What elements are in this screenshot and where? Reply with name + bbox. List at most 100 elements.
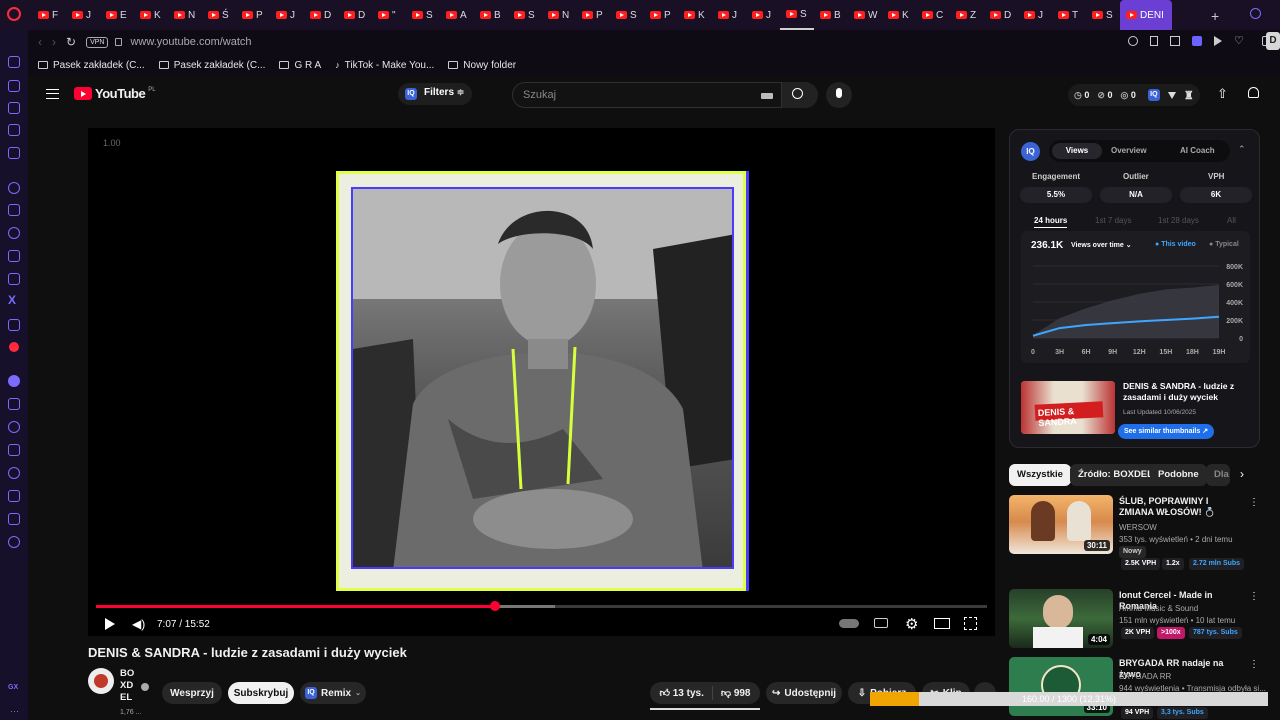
browser-tab[interactable]: J bbox=[712, 0, 746, 30]
seek-bar[interactable] bbox=[96, 601, 987, 611]
search-input[interactable]: Szukaj bbox=[512, 82, 782, 108]
vidiq-filters-button[interactable]: IQ Filters ≑ bbox=[398, 83, 473, 105]
theater-mode-icon[interactable] bbox=[934, 618, 950, 629]
subtitles-icon[interactable] bbox=[874, 618, 888, 628]
browser-tab[interactable]: W bbox=[848, 0, 882, 30]
spotify-icon[interactable] bbox=[8, 375, 20, 387]
bookmark-folder[interactable]: G R A bbox=[279, 60, 321, 71]
aria-icon[interactable] bbox=[8, 182, 20, 194]
browser-tab[interactable]: P bbox=[236, 0, 270, 30]
tab-ai-coach[interactable]: AI Coach bbox=[1180, 146, 1215, 155]
browser-tab[interactable]: E bbox=[100, 0, 134, 30]
bookmark-folder[interactable]: Pasek zakładek (C... bbox=[38, 60, 145, 71]
browser-tab[interactable]: T bbox=[1052, 0, 1086, 30]
gx-corner-label[interactable]: GX bbox=[8, 684, 18, 691]
history-icon[interactable] bbox=[8, 467, 20, 479]
views-dropdown[interactable]: Views over time ⌄ bbox=[1071, 241, 1132, 249]
browser-tab[interactable]: K bbox=[882, 0, 916, 30]
support-button[interactable]: Wesprzyj bbox=[162, 682, 222, 704]
chip-all[interactable]: Wszystkie bbox=[1009, 464, 1071, 486]
settings-icon[interactable]: ⚙ bbox=[905, 615, 918, 633]
x-twitter-icon[interactable]: X bbox=[8, 293, 16, 307]
chips-next-chevron-icon[interactable]: › bbox=[1240, 467, 1244, 481]
speed-dial-icon[interactable] bbox=[8, 80, 20, 92]
search-button[interactable] bbox=[782, 82, 818, 108]
vidiq-logo-icon[interactable]: IQ bbox=[1021, 142, 1040, 161]
twitch-icon[interactable] bbox=[8, 204, 20, 216]
back-icon[interactable]: ‹ bbox=[38, 35, 42, 49]
history-list-icon[interactable] bbox=[8, 444, 20, 456]
browser-tab[interactable]: " bbox=[372, 0, 406, 30]
chip-source[interactable]: Źródło: BOXDEL bbox=[1070, 464, 1161, 486]
dropdown-triangle-icon[interactable] bbox=[1167, 91, 1176, 99]
music-icon[interactable] bbox=[9, 342, 19, 352]
more-options-icon[interactable]: ⋮ bbox=[1249, 659, 1259, 670]
suggestion-title[interactable]: ŚLUB, POPRAWINY I ZMIANA WŁOSÓW! 💍 bbox=[1119, 496, 1245, 518]
suggestion-channel[interactable]: WERSOW bbox=[1119, 523, 1157, 532]
share-button[interactable]: ↪ Udostępnij bbox=[766, 682, 842, 704]
browser-tab[interactable]: N bbox=[168, 0, 202, 30]
settings-gear-icon[interactable] bbox=[8, 536, 20, 548]
browser-tab[interactable]: K bbox=[134, 0, 168, 30]
bookmark-folder[interactable]: Pasek zakładek (C... bbox=[158, 60, 265, 71]
see-similar-thumbnails-button[interactable]: See similar thumbnails ↗ bbox=[1118, 424, 1215, 439]
range-all[interactable]: All bbox=[1227, 216, 1236, 225]
vpn-badge[interactable]: VPN bbox=[86, 36, 109, 48]
like-button[interactable]: 👍︎ 13 tys. bbox=[660, 687, 704, 699]
browser-tab[interactable]: D bbox=[304, 0, 338, 30]
instagram-icon[interactable] bbox=[8, 273, 20, 285]
menu-icon[interactable] bbox=[46, 89, 59, 99]
chip-for-you[interactable]: Dla bbox=[1206, 464, 1230, 486]
url-field[interactable]: www.youtube.com/watch bbox=[130, 36, 251, 48]
active-browser-tab[interactable]: DENI bbox=[1120, 0, 1172, 30]
opera-logo-icon[interactable] bbox=[7, 7, 21, 21]
browser-tab[interactable]: J bbox=[66, 0, 100, 30]
browser-tab[interactable]: S bbox=[610, 0, 644, 30]
dislike-button[interactable]: 👎︎ 998 bbox=[721, 687, 751, 699]
browser-tab[interactable]: A bbox=[440, 0, 474, 30]
profile-avatar[interactable]: D bbox=[1266, 32, 1280, 50]
bookmark-tiktok[interactable]: ♪ TikTok - Make You... bbox=[335, 60, 434, 71]
browser-tab[interactable]: D bbox=[984, 0, 1018, 30]
downloads-icon[interactable] bbox=[8, 490, 20, 502]
browser-tab[interactable]: N bbox=[542, 0, 576, 30]
reload-icon[interactable]: ↻ bbox=[66, 35, 76, 49]
browser-tab[interactable]: K bbox=[678, 0, 712, 30]
browser-tab[interactable]: D bbox=[338, 0, 372, 30]
pin-icon[interactable] bbox=[1150, 36, 1158, 46]
browser-tab[interactable]: S bbox=[780, 0, 814, 30]
range-28d[interactable]: 1st 28 days bbox=[1158, 216, 1199, 225]
suggestion-thumbnail[interactable]: 4:04 bbox=[1009, 589, 1113, 648]
range-7d[interactable]: 1st 7 days bbox=[1095, 216, 1131, 225]
collapse-chevron-icon[interactable]: ⌃ bbox=[1238, 144, 1246, 155]
heart-icon[interactable]: ♡ bbox=[1234, 36, 1244, 47]
player-icon[interactable] bbox=[8, 398, 20, 410]
browser-tab[interactable]: B bbox=[814, 0, 848, 30]
notifications-bell-icon[interactable] bbox=[1248, 87, 1259, 98]
tab-views[interactable]: Views bbox=[1052, 143, 1102, 159]
browser-tab[interactable]: Z bbox=[950, 0, 984, 30]
timer-counter[interactable]: ◷ 0 bbox=[1074, 90, 1089, 101]
forward-icon[interactable]: › bbox=[52, 35, 56, 49]
new-tab-icon[interactable]: + bbox=[1211, 8, 1219, 24]
play-icon[interactable] bbox=[105, 618, 115, 630]
browser-tab[interactable]: J bbox=[270, 0, 304, 30]
extensions-icon[interactable] bbox=[8, 513, 20, 525]
volume-icon[interactable]: ◀) bbox=[132, 617, 145, 631]
browser-tab[interactable]: C bbox=[916, 0, 950, 30]
zoom-icon[interactable] bbox=[1128, 36, 1138, 46]
tab-overview[interactable]: Overview bbox=[1111, 146, 1147, 155]
vidiq-thumbnail[interactable]: DENIS & SANDRA bbox=[1021, 381, 1115, 434]
vidiq-logo-icon[interactable]: IQ bbox=[1147, 89, 1160, 101]
mail-icon[interactable] bbox=[8, 147, 20, 159]
snapshot-icon[interactable] bbox=[1170, 36, 1180, 46]
browser-tab[interactable]: S bbox=[406, 0, 440, 30]
suggestion-thumbnail[interactable]: 33:10 bbox=[1009, 657, 1113, 716]
voice-search-button[interactable] bbox=[826, 82, 852, 108]
suggestion-thumbnail[interactable]: 30:11 bbox=[1009, 495, 1113, 554]
send-icon[interactable] bbox=[1214, 36, 1222, 46]
browser-tab[interactable]: S bbox=[1086, 0, 1120, 30]
suggestion-channel[interactable]: Amma Music & Sound bbox=[1119, 604, 1198, 613]
youtube-logo[interactable]: YouTube PL bbox=[74, 86, 156, 101]
subscribe-button[interactable]: Subskrybuj bbox=[228, 682, 294, 704]
